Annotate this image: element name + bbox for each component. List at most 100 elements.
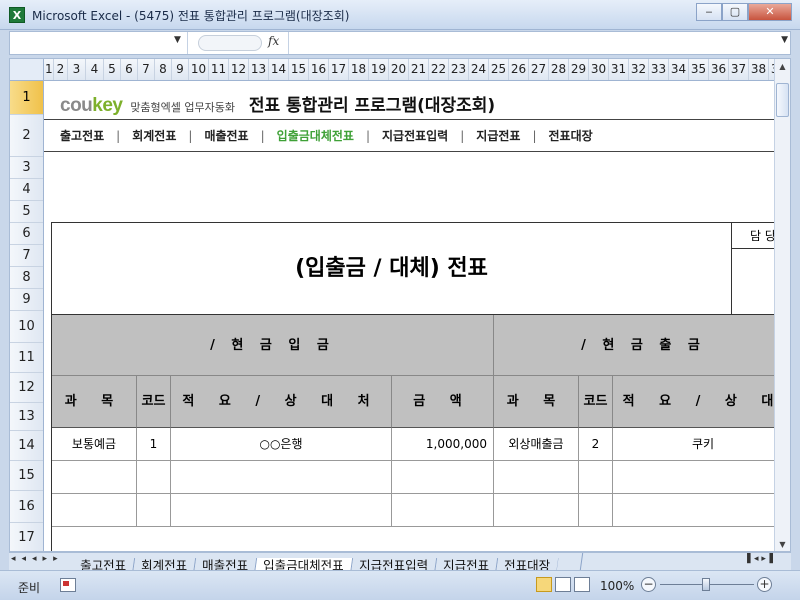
sheet-tab[interactable]: 지급전표 [434, 558, 498, 570]
insert-function-button[interactable]: fx [268, 34, 279, 48]
voucher-cell-memo2[interactable]: 쿠키 [613, 428, 776, 461]
column-header[interactable]: 23 [449, 59, 469, 80]
voucher-cell-memo2[interactable] [613, 461, 776, 494]
voucher-cell-memo[interactable] [171, 494, 392, 527]
sheet-tab[interactable]: 매출전표 [193, 558, 258, 570]
voucher-cell-account2[interactable]: 외상매출금 [494, 428, 579, 461]
voucher-cell-amount[interactable] [392, 494, 494, 527]
nav-item[interactable]: 지급전표 [476, 129, 520, 143]
column-header[interactable]: 6 [121, 59, 138, 80]
voucher-cell-account[interactable] [52, 461, 137, 494]
voucher-cell-account[interactable] [52, 494, 137, 527]
row-header[interactable]: 6 [10, 223, 43, 245]
sheet-tab[interactable]: 지급전표입력 [350, 558, 437, 570]
row-header[interactable]: 13 [10, 403, 43, 431]
page-layout-view-icon[interactable] [555, 577, 571, 592]
horizontal-scrollbar[interactable]: ▌◂ ▸▐ [729, 554, 791, 569]
row-header[interactable]: 15 [10, 461, 43, 491]
column-header[interactable]: 12 [229, 59, 249, 80]
zoom-level[interactable]: 100% [600, 579, 634, 593]
zoom-in-button[interactable]: + [757, 577, 772, 592]
column-header[interactable]: 8 [155, 59, 172, 80]
scroll-down-icon[interactable]: ▼ [775, 537, 790, 551]
nav-item[interactable]: 지급전표입력 [382, 129, 448, 143]
row-header[interactable]: 14 [10, 431, 43, 461]
voucher-cell-amount[interactable]: 1,000,000 [392, 428, 494, 461]
voucher-cell-account2[interactable] [494, 494, 579, 527]
insert-sheet-icon[interactable] [556, 553, 583, 570]
column-header[interactable]: 25 [489, 59, 509, 80]
sheet-tab[interactable]: 전표대장 [495, 558, 559, 570]
voucher-cell-memo[interactable]: ○○은행 [171, 428, 392, 461]
normal-view-icon[interactable] [536, 577, 552, 592]
column-header[interactable]: 4 [86, 59, 104, 80]
vertical-scrollbar[interactable]: ▲ ▼ [774, 59, 790, 551]
column-header[interactable]: 19 [369, 59, 389, 80]
column-header[interactable]: 24 [469, 59, 489, 80]
voucher-cell-memo[interactable] [171, 461, 392, 494]
column-header[interactable]: 10 [189, 59, 209, 80]
row-header[interactable]: 11 [10, 343, 43, 373]
row-header[interactable]: 8 [10, 267, 43, 289]
row-header[interactable]: 16 [10, 491, 43, 523]
column-header[interactable]: 21 [409, 59, 429, 80]
nav-item[interactable]: 매출전표 [204, 129, 248, 143]
column-header[interactable]: 29 [569, 59, 589, 80]
voucher-cell-code[interactable]: 1 [137, 428, 171, 461]
column-header[interactable]: 14 [269, 59, 289, 80]
voucher-cell-account2[interactable] [494, 461, 579, 494]
voucher-cell-code[interactable] [137, 494, 171, 527]
column-header[interactable]: 34 [669, 59, 689, 80]
voucher-cell-account[interactable]: 보통예금 [52, 428, 137, 461]
column-header[interactable]: 27 [529, 59, 549, 80]
column-header[interactable]: 13 [249, 59, 269, 80]
column-header[interactable]: 11 [209, 59, 229, 80]
voucher-cell-memo2[interactable] [613, 494, 776, 527]
column-header[interactable]: 18 [349, 59, 369, 80]
cell-area[interactable]: coukey 맞춤형엑셀 업무자동화 전표 통합관리 프로그램(대장조회) 출고… [44, 81, 776, 551]
minimize-button[interactable]: ‒ [696, 3, 722, 21]
nav-item[interactable]: 출고전표 [60, 129, 104, 143]
nav-item[interactable]: 입출금대체전표 [277, 129, 354, 143]
scroll-up-icon[interactable]: ▲ [775, 59, 790, 75]
row-header[interactable]: 7 [10, 245, 43, 267]
sheet-tab[interactable]: 회계전표 [132, 558, 197, 570]
column-header[interactable]: 20 [389, 59, 409, 80]
column-header[interactable]: 36 [709, 59, 729, 80]
name-box[interactable]: ▼ [10, 32, 188, 54]
row-header[interactable]: 2 [10, 115, 43, 157]
page-break-view-icon[interactable] [574, 577, 590, 592]
select-all-button[interactable] [10, 59, 44, 81]
row-header[interactable]: 9 [10, 289, 43, 311]
column-header[interactable]: 16 [309, 59, 329, 80]
excel-icon[interactable]: X [9, 7, 25, 23]
column-header[interactable]: 28 [549, 59, 569, 80]
sheet-tab[interactable]: 출고전표 [71, 558, 136, 570]
sheet-tab[interactable]: 입출금대체전표 [254, 558, 353, 570]
column-header[interactable]: 26 [509, 59, 529, 80]
voucher-cell-code[interactable] [137, 461, 171, 494]
column-header[interactable]: 1 [44, 59, 54, 80]
chevron-down-icon[interactable]: ▼ [174, 35, 181, 45]
column-header[interactable]: 32 [629, 59, 649, 80]
voucher-cell-code2[interactable] [579, 494, 613, 527]
zoom-slider-thumb[interactable] [702, 578, 710, 591]
column-header[interactable]: 22 [429, 59, 449, 80]
column-header[interactable]: 37 [729, 59, 749, 80]
voucher-cell-amount[interactable] [392, 461, 494, 494]
column-header[interactable]: 2 [54, 59, 68, 80]
column-header[interactable]: 7 [138, 59, 155, 80]
close-button[interactable]: ✕ [748, 3, 792, 21]
nav-item[interactable]: 전표대장 [549, 129, 593, 143]
column-header[interactable]: 31 [609, 59, 629, 80]
tab-scroll-buttons[interactable]: ◂◂◂▸▸ [11, 554, 64, 564]
formula-input[interactable] [288, 32, 772, 54]
column-header[interactable]: 17 [329, 59, 349, 80]
column-header[interactable]: 35 [689, 59, 709, 80]
scroll-thumb[interactable] [776, 83, 789, 117]
row-header[interactable]: 12 [10, 373, 43, 403]
row-header[interactable]: 1 [10, 81, 43, 115]
record-macro-icon[interactable] [60, 578, 76, 592]
restore-button[interactable]: ▢ [722, 3, 748, 21]
nav-item[interactable]: 회계전표 [132, 129, 176, 143]
